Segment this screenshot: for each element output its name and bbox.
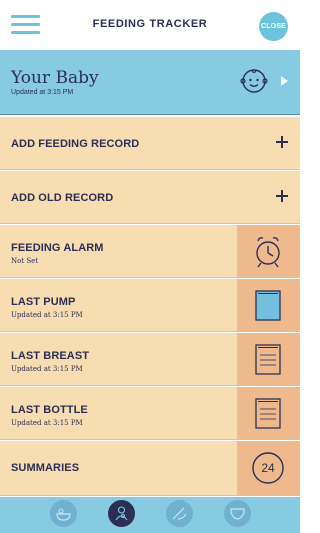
feeding-icon[interactable] [108,500,135,527]
summaries-row[interactable]: SUMMARIES 24 [0,441,300,496]
row-label: ADD FEEDING RECORD [11,138,140,150]
page-title: FEEDING TRACKER [92,18,208,30]
add-feeding-record-button[interactable]: ADD FEEDING RECORD [0,117,300,170]
row-subtitle: Updated at 3:15 PM [11,365,83,373]
diaper-icon[interactable] [224,500,251,527]
row-label: LAST BREAST [11,350,90,362]
add-old-record-button[interactable]: ADD OLD RECORD [0,171,300,224]
close-button[interactable]: CLOSE [259,12,288,41]
bath-icon[interactable] [50,500,77,527]
last-breast-row[interactable]: LAST BREAST Updated at 3:15 PM [0,333,300,386]
summaries-icon-panel: 24 [237,441,300,496]
row-label: LAST BOTTLE [11,404,88,416]
document-icon [255,290,281,321]
document-icon [255,344,281,375]
hamburger-line [11,31,40,34]
document-icon [255,398,281,429]
last-bottle-row[interactable]: LAST BOTTLE Updated at 3:15 PM [0,387,300,440]
last-pump-row[interactable]: LAST PUMP Updated at 3:15 PM [0,279,300,332]
baby-updated-text: Updated at 3:15 PM [11,89,74,96]
breast-icon-panel [237,333,300,386]
plus-icon [276,190,288,202]
alarm-icon-panel [237,225,300,278]
row-subtitle: Updated at 3:15 PM [11,311,83,319]
top-bar: FEEDING TRACKER CLOSE [0,0,300,50]
row-subtitle: Updated at 3:15 PM [11,419,83,427]
summaries-badge: 24 [261,461,275,475]
row-label: FEEDING ALARM [11,242,104,254]
row-subtitle: Not Set [11,257,39,265]
alarm-clock-icon [256,237,280,268]
baby-name: Your Baby [11,68,99,88]
feeding-alarm-row[interactable]: FEEDING ALARM Not Set [0,225,300,278]
row-label: SUMMARIES [11,462,80,474]
row-label: LAST PUMP [11,296,76,308]
play-arrow-icon[interactable] [281,76,288,86]
baby-face-icon [240,69,268,93]
sleep-icon[interactable] [166,500,193,527]
bottle-icon-panel [237,387,300,440]
plus-icon [276,136,288,148]
bottom-nav [0,497,300,533]
pump-icon-panel [237,279,300,332]
row-label: ADD OLD RECORD [11,192,114,204]
